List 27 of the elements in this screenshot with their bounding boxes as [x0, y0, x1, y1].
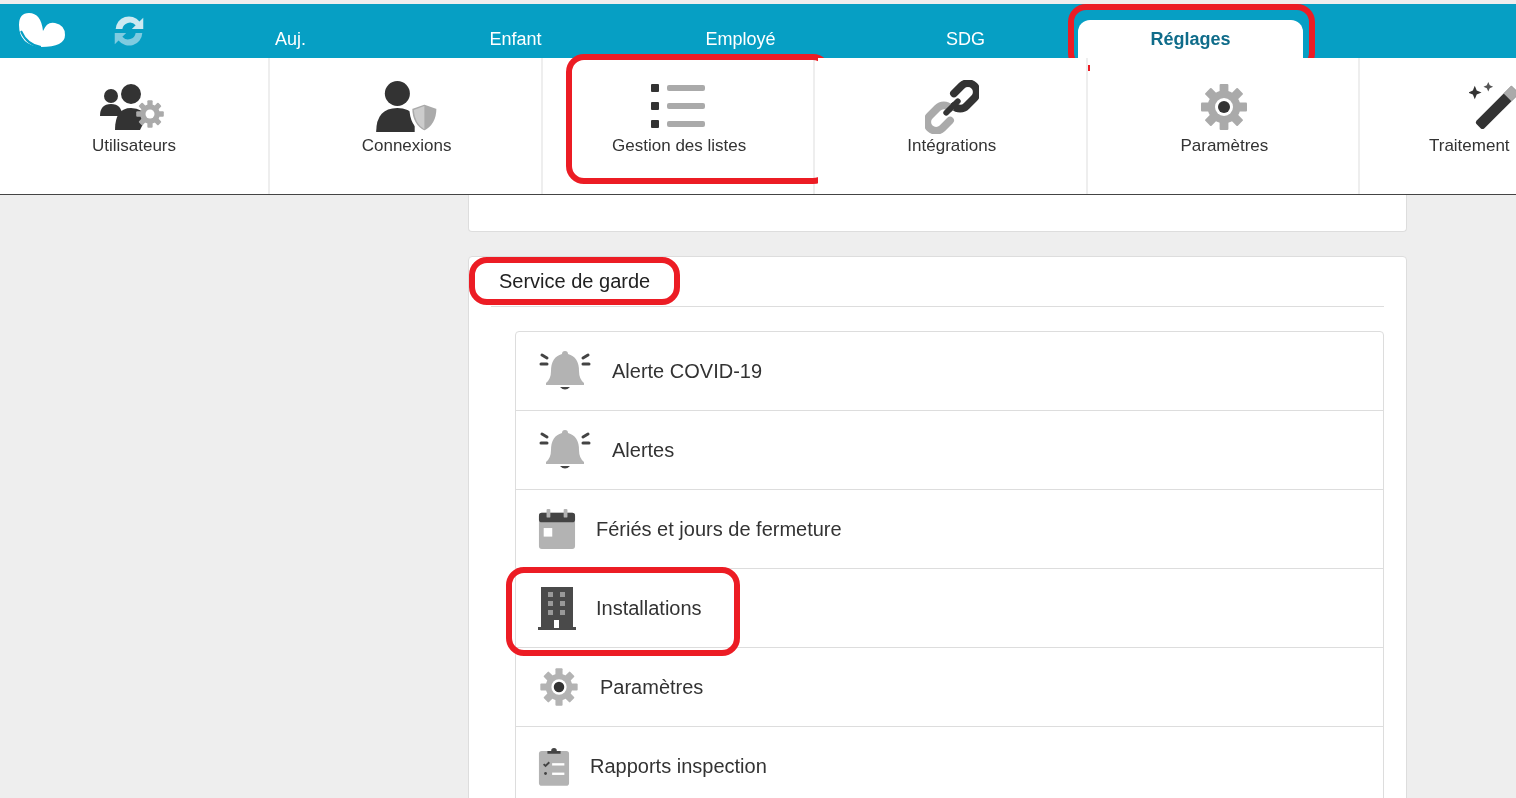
item-label: Paramètres: [600, 675, 704, 699]
item-label: Installations: [596, 596, 702, 620]
tile-label: Traitement: [1428, 136, 1510, 156]
gear-icon: [538, 666, 580, 708]
settings-list-item[interactable]: Alertes: [516, 411, 1383, 490]
clipboard-icon: [538, 745, 570, 787]
tile-label: Intégrations: [907, 136, 997, 156]
settings-list-item[interactable]: Fériés et jours de fermeture: [516, 490, 1383, 569]
section-title: Service de garde: [499, 270, 651, 293]
tile-label: Connexions: [361, 136, 452, 156]
chain-link-icon: [924, 80, 979, 134]
item-label: Rapports inspection: [590, 754, 767, 778]
settings-list-item[interactable]: Installations: [516, 569, 1383, 648]
nav-tab[interactable]: Réglages: [1078, 20, 1303, 58]
tile-label: Gestion des listes: [612, 136, 747, 156]
item-label: Alerte COVID-19: [612, 359, 763, 383]
settings-list-item[interactable]: Paramètres: [516, 648, 1383, 727]
settings-list-item[interactable]: Alerte COVID-19: [516, 332, 1383, 411]
settings-tile[interactable]: Intégrations: [817, 58, 1088, 194]
settings-tile[interactable]: Paramètres: [1090, 58, 1361, 194]
item-label: Fériés et jours de fermeture: [596, 517, 842, 541]
tile-label: Paramètres: [1180, 136, 1269, 156]
settings-list-item[interactable]: Rapports inspection: [516, 727, 1383, 798]
item-label: Alertes: [612, 438, 675, 462]
calendar-icon: [538, 508, 576, 550]
building-icon: [538, 586, 576, 630]
tile-label: Utilisateurs: [91, 136, 177, 156]
